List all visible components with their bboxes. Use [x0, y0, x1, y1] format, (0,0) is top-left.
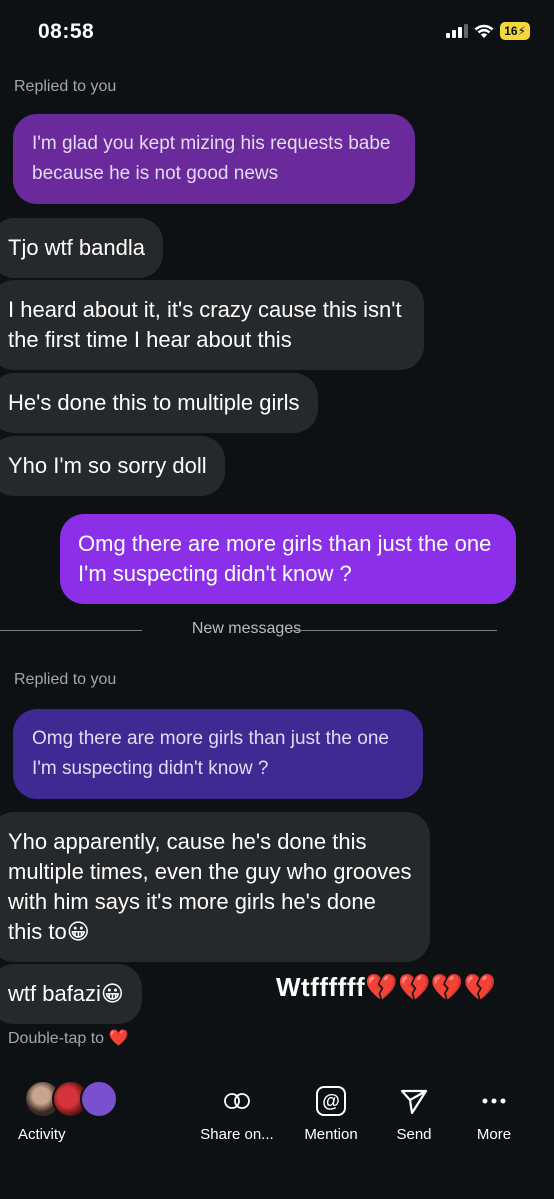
send-icon	[384, 1084, 444, 1118]
quoted-message[interactable]: Omg there are more girls than just the o…	[13, 709, 423, 799]
battery-icon: 16⚡	[500, 22, 530, 40]
new-messages-divider: New messages	[0, 620, 554, 640]
message-bubble[interactable]: Yho I'm so sorry doll	[0, 436, 225, 496]
activity-button[interactable]: Activity	[18, 1080, 118, 1143]
mention-icon: @	[300, 1084, 362, 1118]
activity-label: Activity	[18, 1126, 66, 1143]
message-bubble[interactable]: wtf bafazi😀	[0, 964, 142, 1024]
status-icons: 16⚡	[446, 22, 530, 40]
replied-label: Replied to you	[14, 671, 117, 688]
avatar	[80, 1080, 118, 1118]
share-label: Share on...	[200, 1126, 274, 1143]
status-bar: 08:58 16⚡	[0, 0, 554, 64]
message-bubble[interactable]: Tjo wtf bandla	[0, 218, 163, 278]
quoted-message[interactable]: I'm glad you kept mizing his requests ba…	[13, 114, 415, 204]
more-label: More	[476, 1126, 512, 1143]
sent-message-bubble[interactable]: Omg there are more girls than just the o…	[60, 514, 516, 604]
message-bubble[interactable]: He's done this to multiple girls	[0, 373, 318, 433]
more-button[interactable]: More	[466, 1084, 522, 1143]
new-messages-label: New messages	[191, 620, 302, 637]
share-toolbar: Activity Share on... @ Mention Send More	[0, 1050, 554, 1199]
share-icon	[196, 1084, 278, 1118]
message-bubble[interactable]: Yho apparently, cause he's done this mul…	[0, 812, 430, 962]
wifi-icon	[474, 24, 494, 38]
more-icon	[466, 1084, 522, 1118]
message-bubble[interactable]: I heard about it, it's crazy cause this …	[0, 280, 424, 370]
divider-line	[290, 630, 497, 631]
cellular-signal-icon	[446, 24, 469, 38]
mention-button[interactable]: @ Mention	[300, 1084, 362, 1143]
mention-label: Mention	[304, 1126, 358, 1143]
chat-thread[interactable]: Replied to you I'm glad you kept mizing …	[0, 64, 554, 1050]
overlay-text: Wtffffff💔💔💔💔	[276, 972, 497, 1002]
double-tap-hint: Double-tap to ❤️	[8, 1030, 129, 1047]
avatar-stack	[24, 1080, 118, 1118]
send-label: Send	[396, 1126, 432, 1143]
send-button[interactable]: Send	[384, 1084, 444, 1143]
replied-label: Replied to you	[14, 78, 117, 95]
status-time: 08:58	[38, 20, 95, 43]
battery-level: 16	[504, 24, 518, 38]
share-button[interactable]: Share on...	[196, 1084, 278, 1143]
